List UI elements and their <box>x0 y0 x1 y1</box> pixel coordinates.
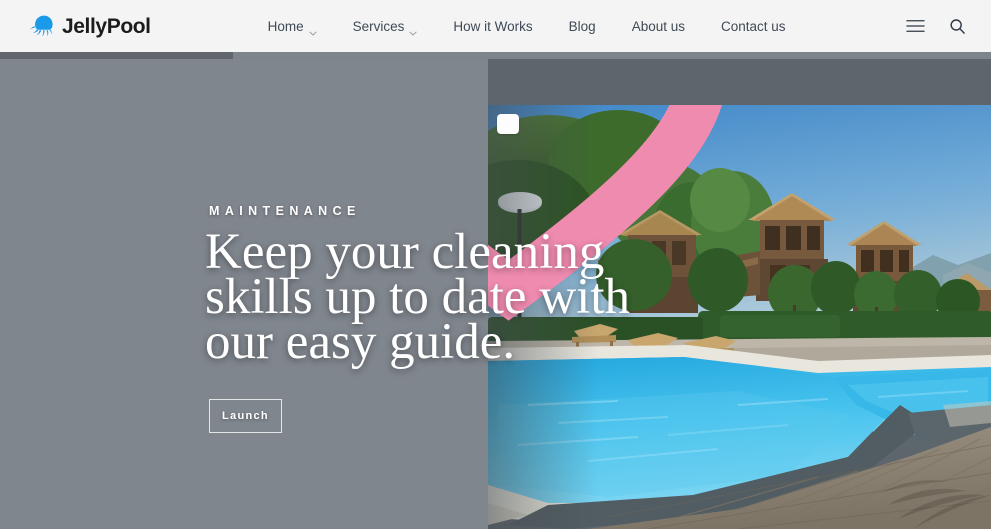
nav-label-blog: Blog <box>568 18 596 34</box>
hero-eyebrow: MAINTENANCE <box>209 204 361 218</box>
nav-item-services[interactable]: Services <box>335 18 436 36</box>
search-icon[interactable] <box>945 14 969 38</box>
brand-logo[interactable]: JellyPool <box>29 13 151 39</box>
nav-item-contact-us[interactable]: Contact us <box>703 19 804 34</box>
hero-headline: Keep your cleaning skills up to date wit… <box>205 227 765 370</box>
nav-item-about-us[interactable]: About us <box>614 19 703 34</box>
chevron-down-icon <box>308 24 317 36</box>
brand-name: JellyPool <box>62 14 151 38</box>
chevron-down-icon <box>409 24 418 36</box>
nav-label-how-it-works: How it Works <box>453 18 533 34</box>
favorite-button[interactable] <box>488 105 722 321</box>
launch-button[interactable]: Launch <box>209 399 282 433</box>
nav-label-home: Home <box>267 18 304 34</box>
nav-item-blog[interactable]: Blog <box>551 19 614 34</box>
hamburger-menu-icon[interactable] <box>903 14 927 38</box>
nav-label-contact-us: Contact us <box>720 18 786 34</box>
jellyfish-icon <box>29 13 57 39</box>
scroll-progress-fill <box>0 52 233 59</box>
scroll-progress-track[interactable] <box>0 52 991 59</box>
hero-section: MAINTENANCE Keep your cleaning skills up… <box>0 52 991 529</box>
nav-item-home[interactable]: Home <box>250 18 335 36</box>
nav-label-about-us: About us <box>631 18 685 34</box>
nav-item-how-it-works[interactable]: How it Works <box>435 19 550 34</box>
nav-label-services: Services <box>352 18 405 34</box>
hero-headline-line-3: our easy guide. <box>205 314 516 370</box>
navbar-actions <box>903 0 969 52</box>
top-navigation-bar: JellyPool Home Services How it Works Blo… <box>0 0 991 52</box>
main-navigation: Home Services How it Works Blog About us… <box>250 18 804 36</box>
